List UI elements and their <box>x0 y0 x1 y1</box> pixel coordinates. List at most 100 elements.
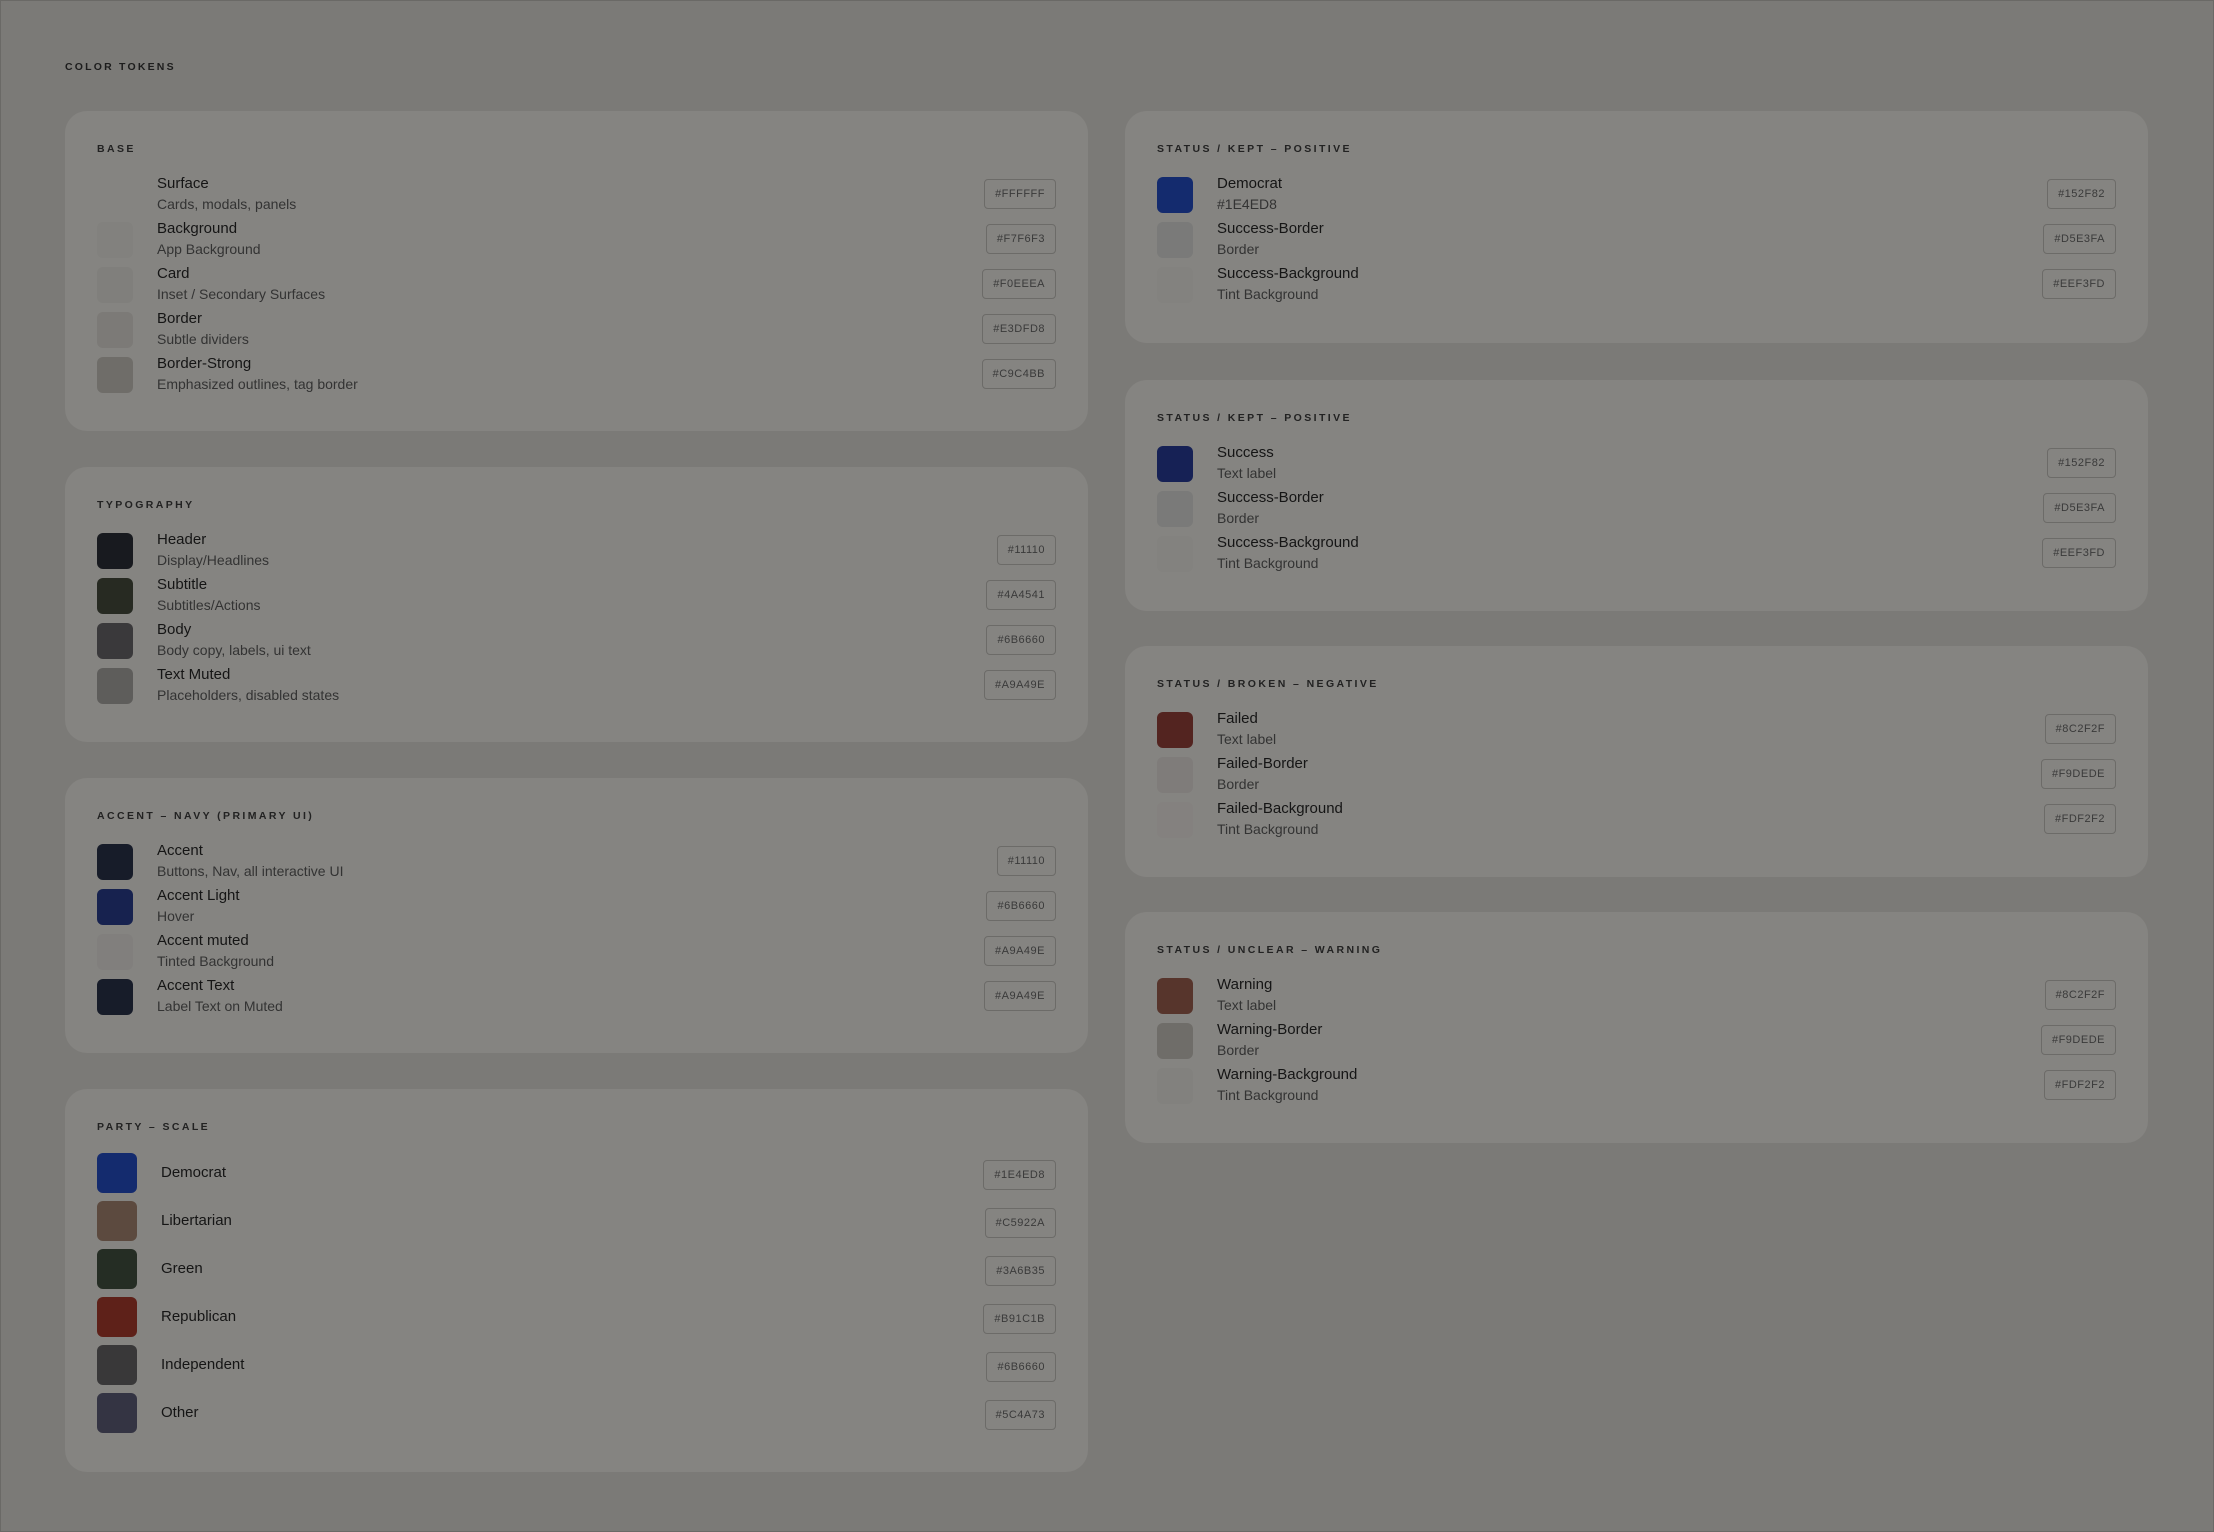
token-description: Subtle dividers <box>157 331 249 347</box>
token-name: Accent muted <box>157 932 249 949</box>
color-swatch <box>1157 1023 1193 1059</box>
hex-value-tag[interactable]: #3A6B35 <box>985 1256 1056 1286</box>
hex-value-tag[interactable]: #FDF2F2 <box>2044 1070 2116 1100</box>
card-title: BASE <box>97 143 136 155</box>
hex-value-tag[interactable]: #6B6660 <box>986 891 1056 921</box>
token-text: Body Body copy, labels, ui text <box>157 620 311 660</box>
color-swatch <box>97 844 133 880</box>
color-swatch <box>97 1393 137 1433</box>
hex-value-tag[interactable]: #F9DEDE <box>2040 1025 2116 1055</box>
token-row-accent-muted[interactable]: Accent muted Tinted Background #A9A49E <box>97 929 1056 974</box>
token-row-warning-background[interactable]: Warning-Background Tint Background #FDF2F2 <box>1157 1063 2116 1108</box>
token-row-accent-text[interactable]: Accent Text Label Text on Muted #A9A49E <box>97 974 1056 1019</box>
token-description: Inset / Secondary Surfaces <box>157 286 326 302</box>
token-name: Surface <box>157 175 209 192</box>
token-description: Tinted Background <box>157 953 274 969</box>
color-swatch <box>97 1153 137 1193</box>
token-row-subtitle[interactable]: Subtitle Subtitles/Actions #4A4541 <box>97 573 1056 618</box>
token-row-background[interactable]: Background App Background #F7F6F3 <box>97 217 1056 262</box>
token-row-failed-background[interactable]: Failed-Background Tint Background #FDF2F2 <box>1157 797 2116 842</box>
hex-value-tag[interactable]: #EEF3FD <box>2042 269 2116 299</box>
token-text: Democrat <box>161 1163 226 1183</box>
hex-value-tag[interactable]: #E3DFD8 <box>982 314 1056 344</box>
hex-value-tag[interactable]: #EEF3FD <box>2042 538 2116 568</box>
hex-value-tag[interactable]: #11110 <box>996 846 1056 876</box>
token-row-other[interactable]: Other #5C4A73 <box>97 1390 1056 1438</box>
token-text: Success Text label <box>1217 443 1276 483</box>
hex-value-tag[interactable]: #C9C4BB <box>981 359 1056 389</box>
hex-value-tag[interactable]: #6B6660 <box>986 625 1056 655</box>
color-swatch <box>97 979 133 1015</box>
color-swatch <box>1157 802 1193 838</box>
token-row-independent[interactable]: Independent #6B6660 <box>97 1342 1056 1390</box>
hex-value-tag[interactable]: #D5E3FA <box>2043 493 2116 523</box>
token-description: Tint Background <box>1217 821 1319 837</box>
color-swatch <box>1157 177 1193 213</box>
hex-value-tag[interactable]: #F9DEDE <box>2040 759 2116 789</box>
token-card-base: BASE Surface Cards, modals, panels #FFFFFF B… <box>65 111 1088 431</box>
hex-value-tag[interactable]: #B91C1B <box>983 1304 1056 1334</box>
token-row-accent[interactable]: Accent Buttons, Nav, all interactive UI #1… <box>97 839 1056 884</box>
token-name: Border <box>157 310 203 327</box>
hex-value-tag[interactable]: #A9A49E <box>984 981 1056 1011</box>
token-name: Accent Text <box>157 977 235 994</box>
token-description: App Background <box>157 241 261 257</box>
token-row-card[interactable]: Card Inset / Secondary Surfaces #F0EEEA <box>97 262 1056 307</box>
hex-value-tag[interactable]: #11110 <box>996 535 1056 565</box>
token-text: Green <box>161 1259 203 1279</box>
token-row-failed[interactable]: Failed Text label #8C2F2F <box>1157 707 2116 752</box>
token-text: Warning Text label <box>1217 975 1276 1015</box>
token-row-success-border[interactable]: Success-Border Border #D5E3FA <box>1157 217 2116 262</box>
token-description: Cards, modals, panels <box>157 196 297 212</box>
token-row-republican[interactable]: Republican #B91C1B <box>97 1294 1056 1342</box>
hex-value-tag[interactable]: #FDF2F2 <box>2044 804 2116 834</box>
token-row-border-strong[interactable]: Border-Strong Emphasized outlines, tag bo… <box>97 352 1056 397</box>
token-description: Emphasized outlines, tag border <box>157 376 358 392</box>
hex-value-tag[interactable]: #5C4A73 <box>984 1400 1056 1430</box>
hex-value-tag[interactable]: #C5922A <box>984 1208 1056 1238</box>
hex-value-tag[interactable]: #A9A49E <box>984 670 1056 700</box>
card-title: ACCENT – NAVY (PRIMARY UI) <box>97 810 315 822</box>
token-row-failed-border[interactable]: Failed-Border Border #F9DEDE <box>1157 752 2116 797</box>
token-row-success-background[interactable]: Success-Background Tint Background #EEF3FD <box>1157 531 2116 576</box>
token-row-body[interactable]: Body Body copy, labels, ui text #6B6660 <box>97 618 1056 663</box>
hex-value-tag[interactable]: #F0EEEA <box>982 269 1056 299</box>
token-row-success[interactable]: Success Text label #152F82 <box>1157 441 2116 486</box>
color-swatch <box>1157 1068 1193 1104</box>
card-title: STATUS / KEPT – POSITIVE <box>1157 412 1352 424</box>
hex-value-tag[interactable]: #152F82 <box>2047 448 2116 478</box>
token-name: Independent <box>161 1356 245 1373</box>
token-row-header[interactable]: Header Display/Headlines #11110 <box>97 528 1056 573</box>
token-description: Placeholders, disabled states <box>157 687 340 703</box>
token-row-border[interactable]: Border Subtle dividers #E3DFD8 <box>97 307 1056 352</box>
token-row-warning[interactable]: Warning Text label #8C2F2F <box>1157 973 2116 1018</box>
color-swatch <box>1157 712 1193 748</box>
hex-value-tag[interactable]: #D5E3FA <box>2043 224 2116 254</box>
token-row-green[interactable]: Green #3A6B35 <box>97 1246 1056 1294</box>
hex-value-tag[interactable]: #4A4541 <box>986 580 1056 610</box>
token-row-accent-light[interactable]: Accent Light Hover #6B6660 <box>97 884 1056 929</box>
token-text: Subtitle Subtitles/Actions <box>157 575 261 615</box>
token-row-text-muted[interactable]: Text Muted Placeholders, disabled states #… <box>97 663 1056 708</box>
hex-value-tag[interactable]: #1E4ED8 <box>983 1160 1056 1190</box>
token-row-success-border[interactable]: Success-Border Border #D5E3FA <box>1157 486 2116 531</box>
hex-value-tag[interactable]: #152F82 <box>2047 179 2116 209</box>
token-row-success-background[interactable]: Success-Background Tint Background #EEF3FD <box>1157 262 2116 307</box>
hex-value-tag[interactable]: #8C2F2F <box>2044 714 2116 744</box>
hex-value-tag[interactable]: #6B6660 <box>986 1352 1056 1382</box>
token-row-surface[interactable]: Surface Cards, modals, panels #FFFFFF <box>97 172 1056 217</box>
token-text: Accent muted Tinted Background <box>157 931 274 971</box>
token-row-libertarian[interactable]: Libertarian #C5922A <box>97 1198 1056 1246</box>
token-row-democrat[interactable]: Democrat #1E4ED8 #152F82 <box>1157 172 2116 217</box>
color-swatch <box>1157 491 1193 527</box>
hex-value-tag[interactable]: #FFFFFF <box>984 179 1056 209</box>
hex-value-tag[interactable]: #A9A49E <box>984 936 1056 966</box>
token-name: Success-Border <box>1217 220 1324 237</box>
token-row-warning-border[interactable]: Warning-Border Border #F9DEDE <box>1157 1018 2116 1063</box>
token-row-democrat[interactable]: Democrat #1E4ED8 <box>97 1150 1056 1198</box>
token-name: Card <box>157 265 190 282</box>
token-name: Democrat <box>161 1164 227 1181</box>
hex-value-tag[interactable]: #F7F6F3 <box>985 224 1056 254</box>
hex-value-tag[interactable]: #8C2F2F <box>2044 980 2116 1010</box>
token-card-typography: TYPOGRAPHY Header Display/Headlines #11110 S… <box>65 467 1088 742</box>
